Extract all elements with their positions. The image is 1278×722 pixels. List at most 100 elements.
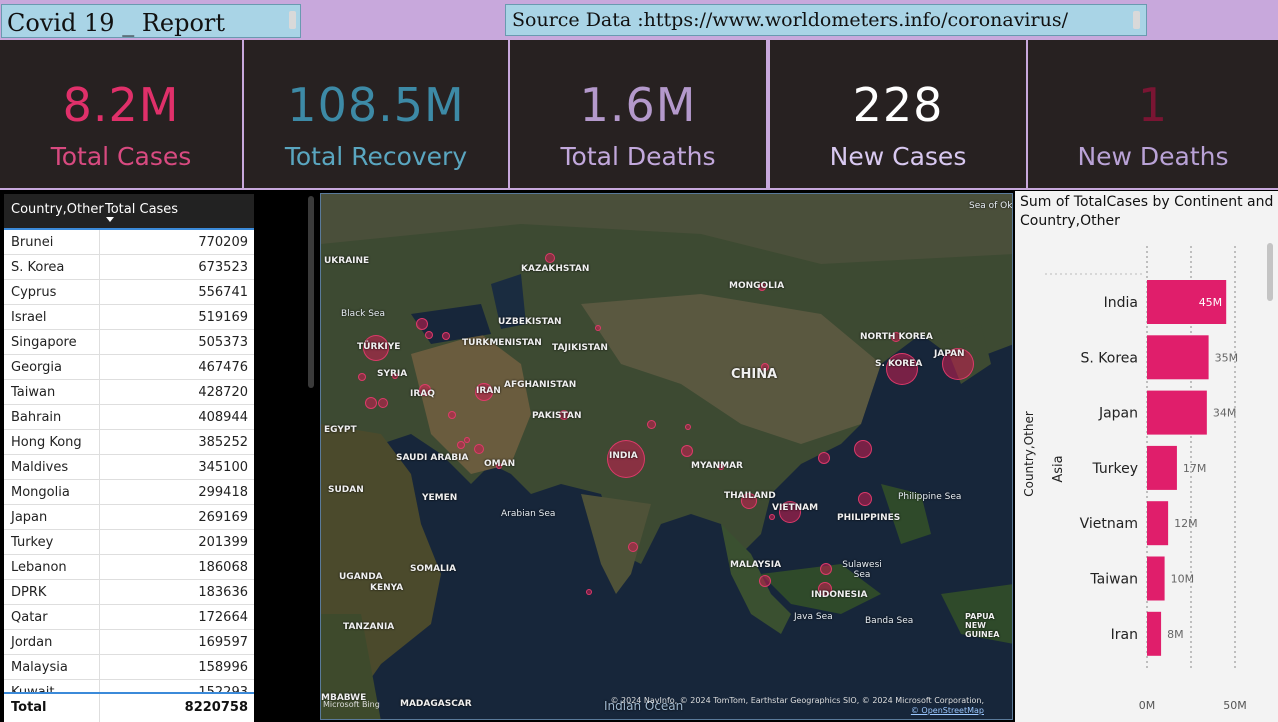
cell-country: Georgia: [11, 360, 62, 375]
kpi-value: 1: [1137, 78, 1169, 132]
source-box[interactable]: Source Data :https://www.worldometers.in…: [505, 4, 1147, 36]
map-bubble[interactable]: [595, 325, 601, 331]
map-bubble[interactable]: [416, 318, 428, 330]
map-bubble[interactable]: [442, 332, 450, 340]
map-bubble[interactable]: [378, 398, 388, 408]
kpi-label: New Deaths: [1077, 142, 1229, 171]
map-bubble[interactable]: [854, 440, 872, 458]
map-bubble[interactable]: [365, 397, 377, 409]
cell-total-cases: 770209: [198, 235, 248, 250]
map-label-mongolia: MONGOLIA: [729, 281, 785, 291]
title-scroll-handle[interactable]: [289, 11, 296, 29]
map-bubble[interactable]: [858, 492, 872, 506]
map-bubble[interactable]: [820, 563, 832, 575]
cell-total-cases: 172664: [198, 610, 248, 625]
column-header-total-cases[interactable]: Total Cases: [105, 202, 178, 217]
map-label-malaysia: MALAYSIA: [730, 560, 782, 570]
map-bubble[interactable]: [425, 331, 433, 339]
table-row[interactable]: Cyprus 556741: [4, 280, 254, 305]
kpi-total-cases[interactable]: 8.2M Total Cases: [0, 40, 242, 188]
map-label-iraq: IRAQ: [410, 389, 435, 399]
table-row[interactable]: Israel 519169: [4, 305, 254, 330]
table-row[interactable]: DPRK 183636: [4, 580, 254, 605]
table-row[interactable]: Singapore 505373: [4, 330, 254, 355]
category-label: Turkey: [1091, 461, 1138, 477]
bar[interactable]: [1147, 335, 1209, 380]
map-label-india: INDIA: [609, 451, 638, 461]
category-label: Japan: [1098, 406, 1138, 422]
bar-chart-panel[interactable]: Sum of TotalCases by Continent and Count…: [1015, 191, 1278, 722]
kpi-total-deaths[interactable]: 1.6M Total Deaths: [510, 40, 766, 188]
table-row[interactable]: S. Korea 673523: [4, 255, 254, 280]
table-row[interactable]: Taiwan 428720: [4, 380, 254, 405]
table-row[interactable]: Turkey 201399: [4, 530, 254, 555]
map-bubble[interactable]: [769, 514, 775, 520]
cell-total-cases: 385252: [198, 435, 248, 450]
table-row[interactable]: Kuwait 152293: [4, 680, 254, 692]
bar[interactable]: [1147, 611, 1162, 656]
map-bubble[interactable]: [448, 411, 456, 419]
cell-total-cases: 428720: [198, 385, 248, 400]
table-row[interactable]: Brunei 770209: [4, 230, 254, 255]
map-bubble[interactable]: [474, 444, 484, 454]
cell-country: Bahrain: [11, 410, 62, 425]
map-bubble[interactable]: [586, 589, 592, 595]
map-label-banda-sea: Banda Sea: [865, 616, 914, 626]
map-label-north-korea: NORTH KOREA: [860, 332, 933, 342]
cell-country: Maldives: [11, 460, 69, 475]
kpi-total-recovery[interactable]: 108.5M Total Recovery: [244, 40, 508, 188]
table-row[interactable]: Mongolia 299418: [4, 480, 254, 505]
bar[interactable]: [1147, 501, 1169, 546]
bar[interactable]: [1147, 556, 1165, 601]
source-scroll-handle[interactable]: [1133, 11, 1140, 29]
table-row[interactable]: Jordan 169597: [4, 630, 254, 655]
map-bubble[interactable]: [681, 445, 693, 457]
report-title-box[interactable]: Covid 19 _ Report: [1, 4, 301, 38]
cell-total-cases: 556741: [198, 285, 248, 300]
cell-country: Israel: [11, 310, 47, 325]
map-label-tanzania: TANZANIA: [343, 622, 395, 632]
cell-total-cases: 183636: [198, 585, 248, 600]
cell-total-cases: 408944: [198, 410, 248, 425]
map-visual[interactable]: KAZAKHSTAN MONGOLIA UKRAINE Sea of Ok Black …: [320, 193, 1013, 720]
map-bubble[interactable]: [886, 353, 918, 385]
map-bubble[interactable]: [628, 542, 638, 552]
table-row[interactable]: Qatar 172664: [4, 605, 254, 630]
kpi-new-cases[interactable]: 228 New Cases: [770, 40, 1026, 188]
cell-country: Turkey: [11, 535, 54, 550]
map-label-ukraine: UKRAINE: [324, 256, 370, 266]
map-bubble[interactable]: [818, 452, 830, 464]
map-bubble[interactable]: [759, 575, 771, 587]
table-row[interactable]: Lebanon 186068: [4, 555, 254, 580]
table-row[interactable]: Japan 269169: [4, 505, 254, 530]
kpi-value: 1.6M: [579, 78, 697, 132]
map-bubble[interactable]: [457, 441, 465, 449]
bar[interactable]: [1147, 390, 1207, 435]
table-row[interactable]: Georgia 467476: [4, 355, 254, 380]
table-scrollbar[interactable]: [308, 196, 314, 388]
map-label-myanmar: MYANMAR: [691, 461, 743, 471]
table-row[interactable]: Maldives 345100: [4, 455, 254, 480]
group-label: Asia: [1051, 455, 1066, 482]
map-bubble[interactable]: [646, 419, 656, 429]
cell-country: Japan: [11, 510, 48, 525]
column-header-country[interactable]: Country,Other: [11, 202, 104, 217]
map-bubble[interactable]: [358, 373, 366, 381]
map-bubble[interactable]: [464, 437, 470, 443]
kpi-row: 8.2M Total Cases 108.5M Total Recovery 1…: [0, 38, 1278, 190]
kpi-value: 8.2M: [62, 78, 180, 132]
table-row[interactable]: Hong Kong 385252: [4, 430, 254, 455]
map-label-turkiye: TÜRKIYE: [357, 342, 401, 352]
table-row[interactable]: Malaysia 158996: [4, 655, 254, 680]
map-bubble[interactable]: [685, 424, 691, 430]
table-row[interactable]: Bahrain 408944: [4, 405, 254, 430]
kpi-new-deaths[interactable]: 1 New Deaths: [1028, 40, 1278, 188]
map-label-syria: SYRIA: [377, 369, 408, 379]
map-osm-link[interactable]: © OpenStreetMap: [911, 706, 984, 715]
map-bubble[interactable]: [545, 253, 555, 263]
map-label-madagascar: MADAGASCAR: [400, 699, 472, 709]
bar[interactable]: [1147, 445, 1177, 490]
sort-desc-icon[interactable]: [106, 217, 114, 222]
table-header: Country,Other Total Cases: [4, 194, 254, 228]
table-body[interactable]: Brunei 770209 S. Korea 673523 Cyprus 556741 Is…: [4, 228, 254, 692]
